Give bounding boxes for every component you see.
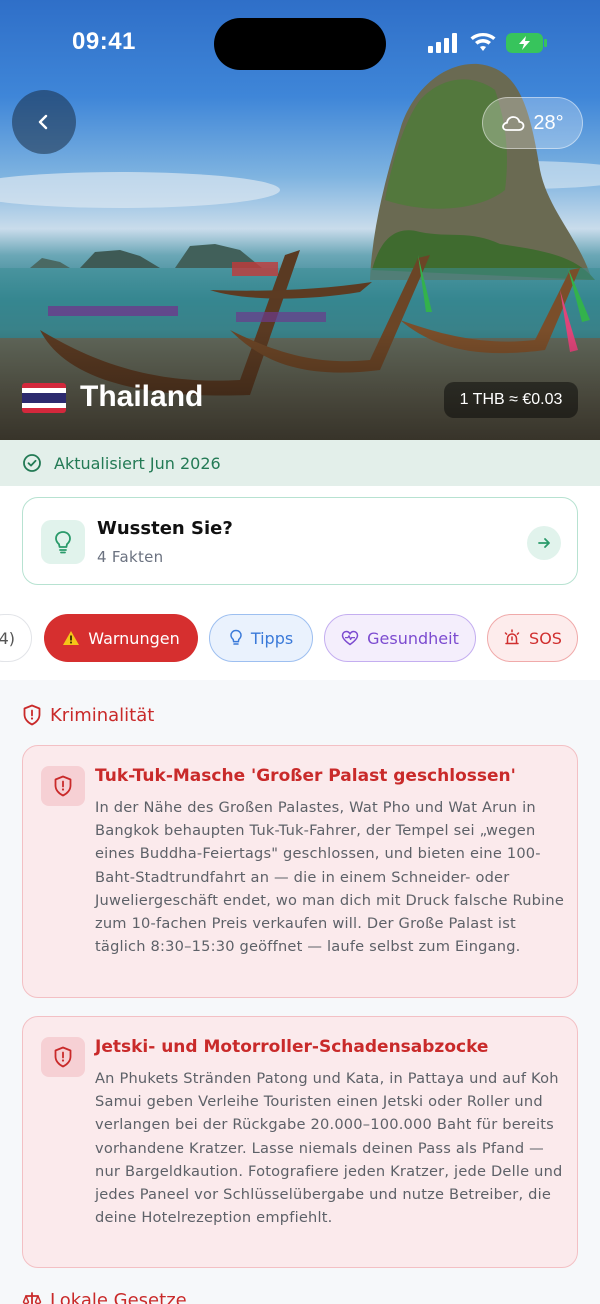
- dynamic-island: [214, 18, 386, 70]
- lightbulb-icon: [230, 629, 242, 645]
- chip-warnings[interactable]: Warnungen: [44, 614, 198, 662]
- temperature: 28°: [533, 111, 564, 134]
- siren-icon: [504, 629, 520, 645]
- chip-label: Warnungen: [88, 628, 180, 648]
- warning-body: An Phukets Stränden Patong und Kata, in …: [95, 1070, 563, 1227]
- scale-icon: [22, 1291, 42, 1304]
- facts-title: Wussten Sie?: [97, 518, 233, 539]
- country-title: Thailand: [80, 380, 204, 413]
- exchange-rate-badge: 1 THB ≈ €0.03: [444, 382, 578, 418]
- status-time: 09:41: [72, 28, 136, 55]
- chip-label: SOS: [529, 628, 562, 648]
- shield-alert-icon: [23, 704, 41, 726]
- chip-tips[interactable]: Tipps: [209, 614, 313, 662]
- section-title-label: Kriminalität: [50, 704, 155, 726]
- cloud-icon: [502, 116, 525, 131]
- updated-bar: Aktualisiert Jun 2026: [0, 440, 600, 486]
- arrow-right-icon[interactable]: [527, 526, 561, 560]
- chip-label: Gesundheit: [367, 628, 459, 648]
- shield-alert-icon: [41, 766, 85, 806]
- chip-health[interactable]: Gesundheit: [324, 614, 476, 662]
- warning-title: Tuk-Tuk-Masche 'Großer Palast geschlosse…: [95, 766, 516, 786]
- warning-card[interactable]: Tuk-Tuk-Masche 'Großer Palast geschlosse…: [22, 745, 578, 998]
- chip-label: 4): [0, 628, 15, 648]
- updated-label: Aktualisiert Jun 2026: [54, 453, 221, 473]
- warning-triangle-icon: [63, 631, 80, 645]
- thailand-flag: [22, 383, 66, 413]
- chip-label: Tipps: [250, 628, 294, 648]
- check-circle-icon: [23, 454, 41, 472]
- section-title-label: Lokale Gesetze: [50, 1290, 187, 1304]
- status-icons: [428, 32, 548, 54]
- signal-icon: [428, 33, 457, 53]
- back-button[interactable]: [12, 90, 76, 154]
- facts-count: 4 Fakten: [97, 548, 164, 566]
- warning-body: In der Nähe des Großen Palastes, Wat Pho…: [95, 799, 564, 956]
- battery-charging-icon: [506, 33, 547, 53]
- facts-card[interactable]: Wussten Sie? 4 Fakten: [22, 497, 578, 585]
- lightbulb-icon: [41, 520, 85, 564]
- warning-card[interactable]: Jetski- und Motorroller-Schadensabzocke …: [22, 1016, 578, 1268]
- wifi-icon: [470, 33, 496, 51]
- chevron-left-icon: [38, 114, 48, 130]
- section-laws-title: Lokale Gesetze: [22, 1290, 187, 1304]
- weather-pill[interactable]: 28°: [482, 97, 583, 149]
- section-crime-title: Kriminalität: [22, 704, 154, 726]
- chip-sos[interactable]: SOS: [487, 614, 578, 662]
- warning-title: Jetski- und Motorroller-Schadensabzocke: [95, 1037, 489, 1057]
- heart-pulse-icon: [341, 630, 359, 646]
- shield-alert-icon: [41, 1037, 85, 1077]
